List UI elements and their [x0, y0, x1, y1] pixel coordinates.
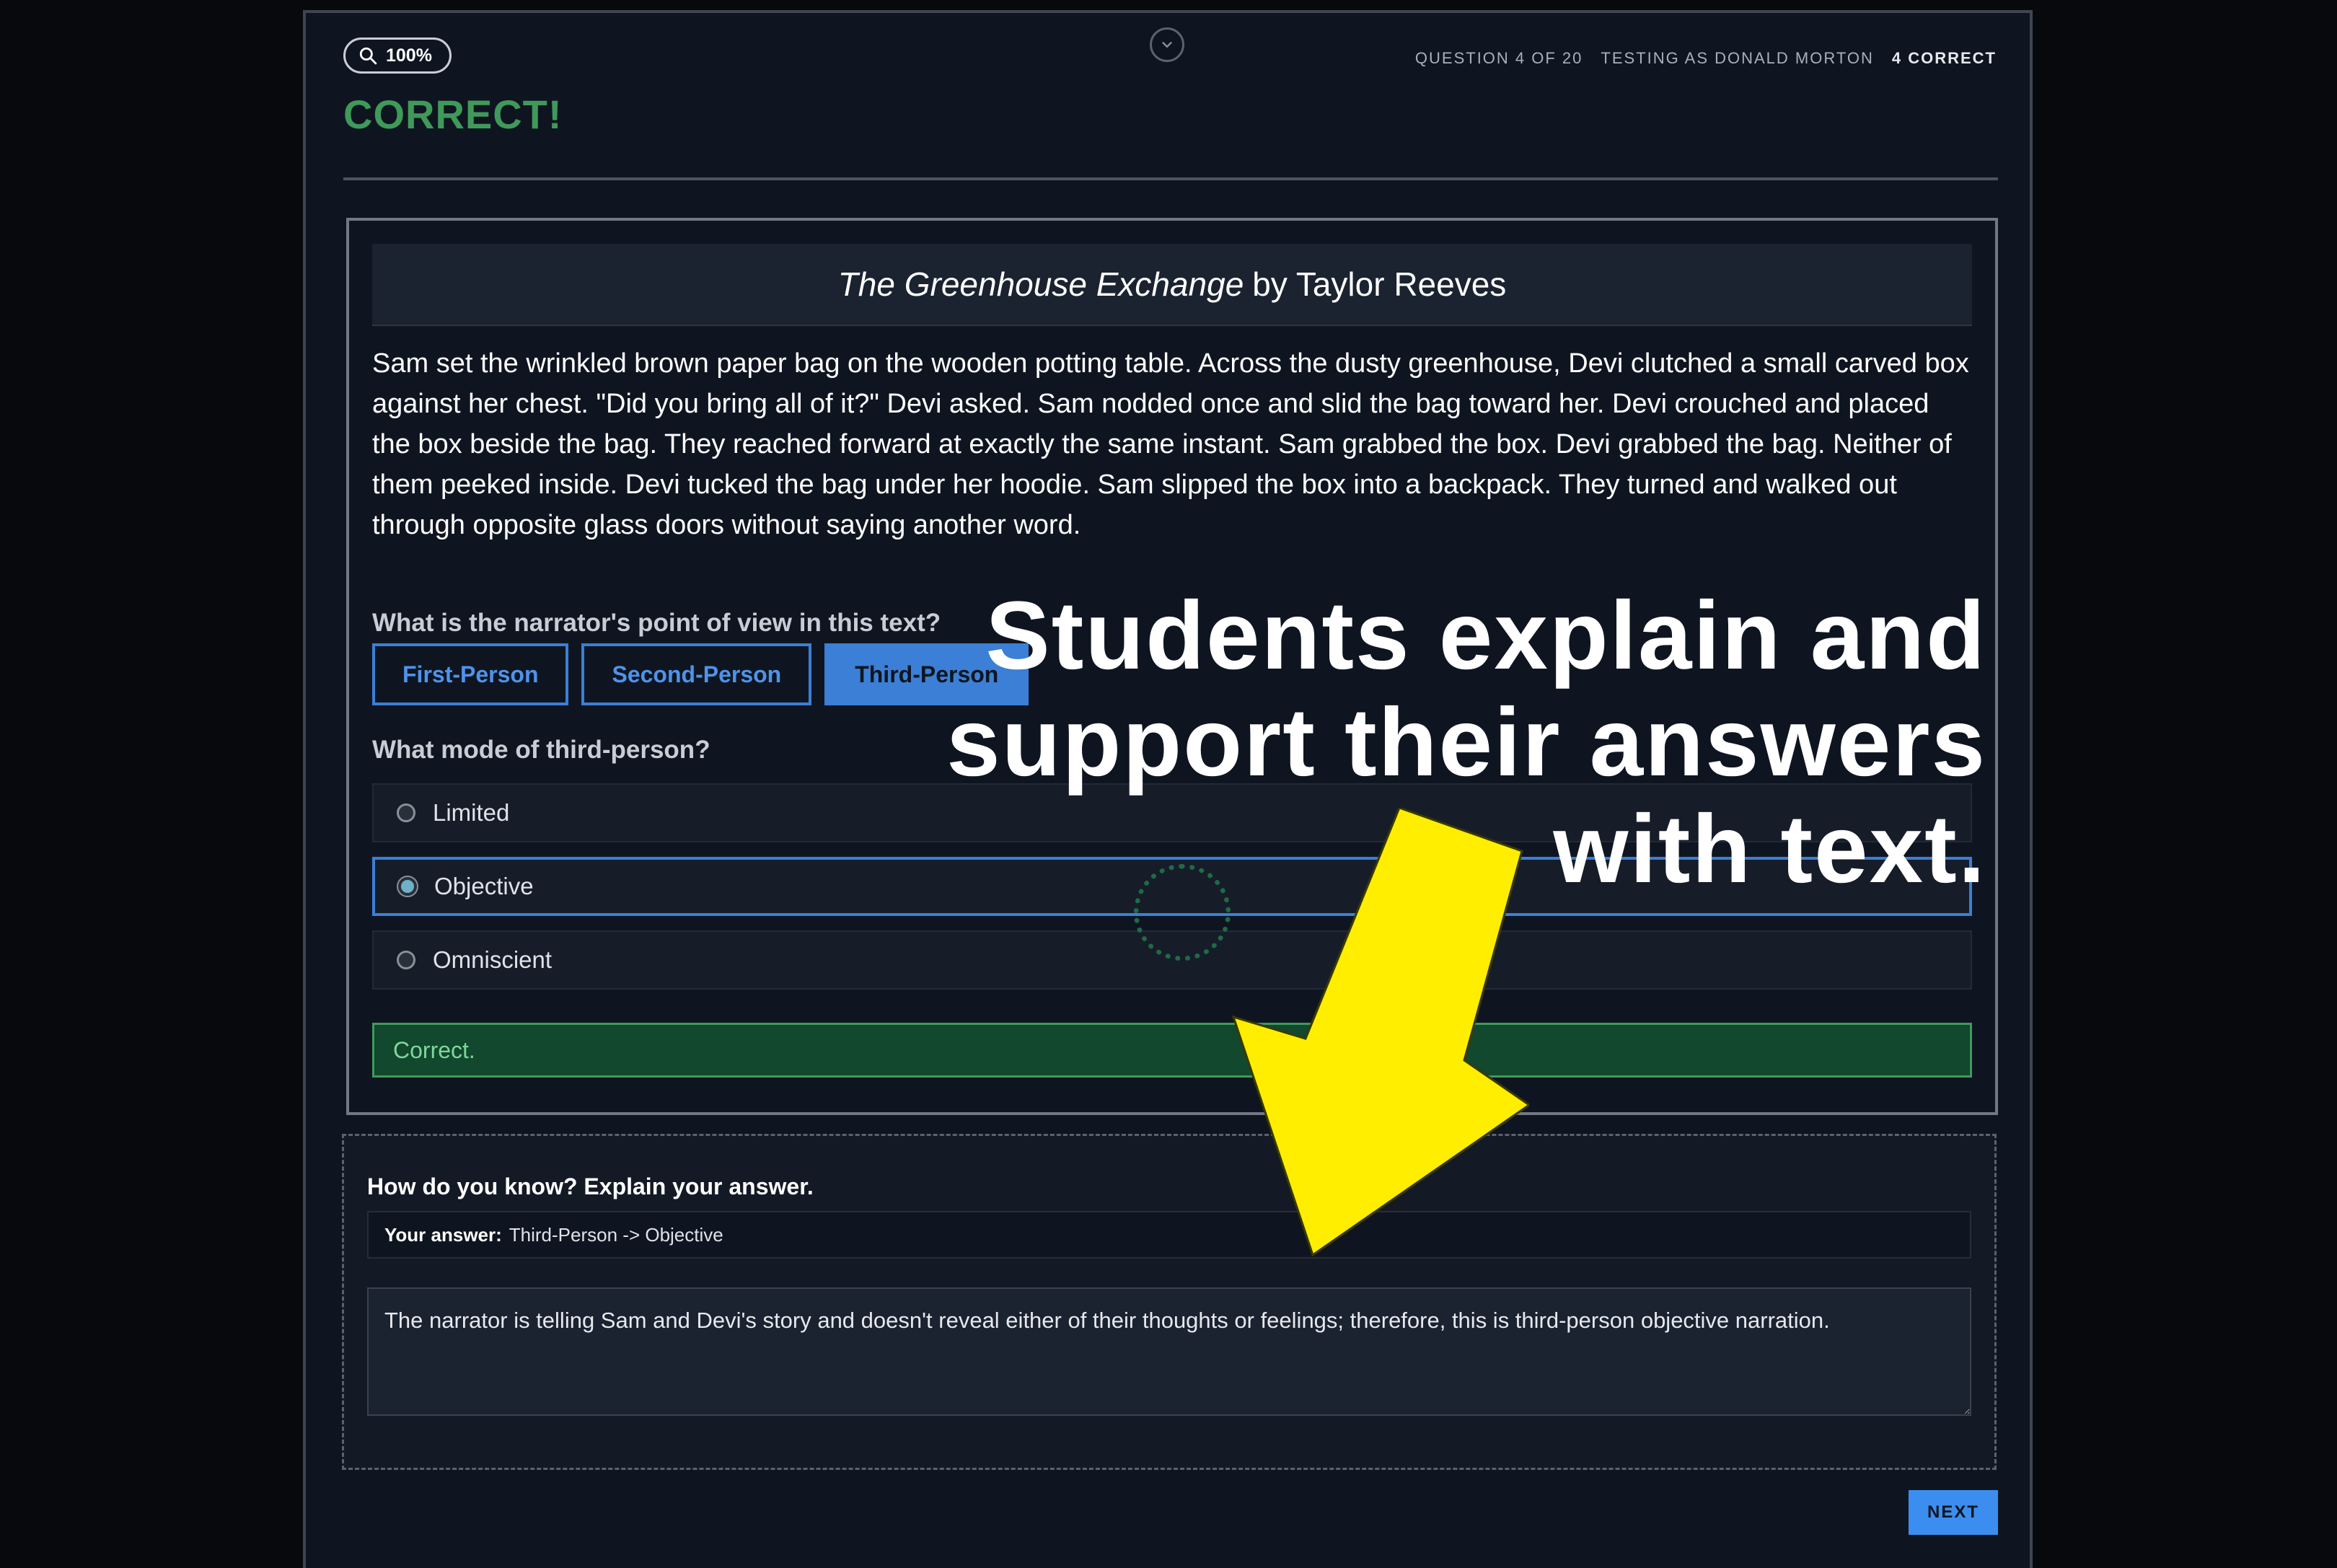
- option-label: Limited: [433, 799, 510, 826]
- passage-title: The Greenhouse Exchange: [837, 265, 1244, 303]
- chevron-down-icon: [1162, 42, 1172, 48]
- your-answer-bar: Your answer: Third-Person -> Objective: [367, 1211, 1971, 1259]
- zoom-button[interactable]: 100%: [343, 38, 452, 74]
- feedback-banner: Correct.: [372, 1023, 1972, 1078]
- pov-question: What is the narrator's point of view in …: [372, 609, 941, 637]
- tester-name: TESTING AS DONALD MORTON: [1601, 49, 1874, 67]
- question-progress: QUESTION 4 OF 20: [1414, 49, 1583, 67]
- passage-header: The Greenhouse Exchange by Taylor Reeves: [372, 244, 1972, 326]
- collapse-button[interactable]: [1150, 27, 1184, 62]
- passage-text: Sam set the wrinkled brown paper bag on …: [372, 348, 1969, 540]
- passage-byline: by Taylor Reeves: [1252, 265, 1507, 303]
- explanation-heading: How do you know? Explain your answer.: [367, 1173, 814, 1199]
- explanation-textarea[interactable]: The narrator is telling Sam and Devi's s…: [367, 1287, 1971, 1416]
- first-person-button[interactable]: First-Person: [372, 643, 569, 705]
- option-label: Objective: [434, 873, 534, 899]
- annotation-line-2: support their answers: [946, 689, 1986, 796]
- pov-options: First-Person Second-Person Third-Person: [372, 643, 1029, 705]
- arrow-down-icon: [1231, 808, 1529, 1257]
- radio-button[interactable]: [397, 951, 415, 969]
- radio-button[interactable]: [397, 803, 415, 822]
- your-answer-label: Your answer:: [384, 1223, 502, 1246]
- mode-question: What mode of third-person?: [372, 736, 710, 764]
- header-divider: [343, 177, 1998, 180]
- second-person-button[interactable]: Second-Person: [581, 643, 812, 705]
- result-title: CORRECT!: [343, 92, 563, 137]
- explanation-section: How do you know? Explain your answer. Yo…: [342, 1134, 1997, 1470]
- annotation-line-1: Students explain and: [985, 582, 1986, 690]
- next-button[interactable]: NEXT: [1909, 1490, 1998, 1535]
- quiz-meta: QUESTION 4 OF 20 TESTING AS DONALD MORTO…: [1415, 49, 1997, 68]
- your-answer-value: Third-Person -> Objective: [509, 1223, 723, 1246]
- zoom-level: 100%: [386, 45, 432, 66]
- score-count: 4 CORRECT: [1891, 49, 1997, 67]
- search-icon: [359, 47, 377, 65]
- radio-button-selected[interactable]: [398, 877, 417, 896]
- option-label: Omniscient: [433, 946, 553, 973]
- annotation-line-3: with text.: [1553, 796, 1986, 903]
